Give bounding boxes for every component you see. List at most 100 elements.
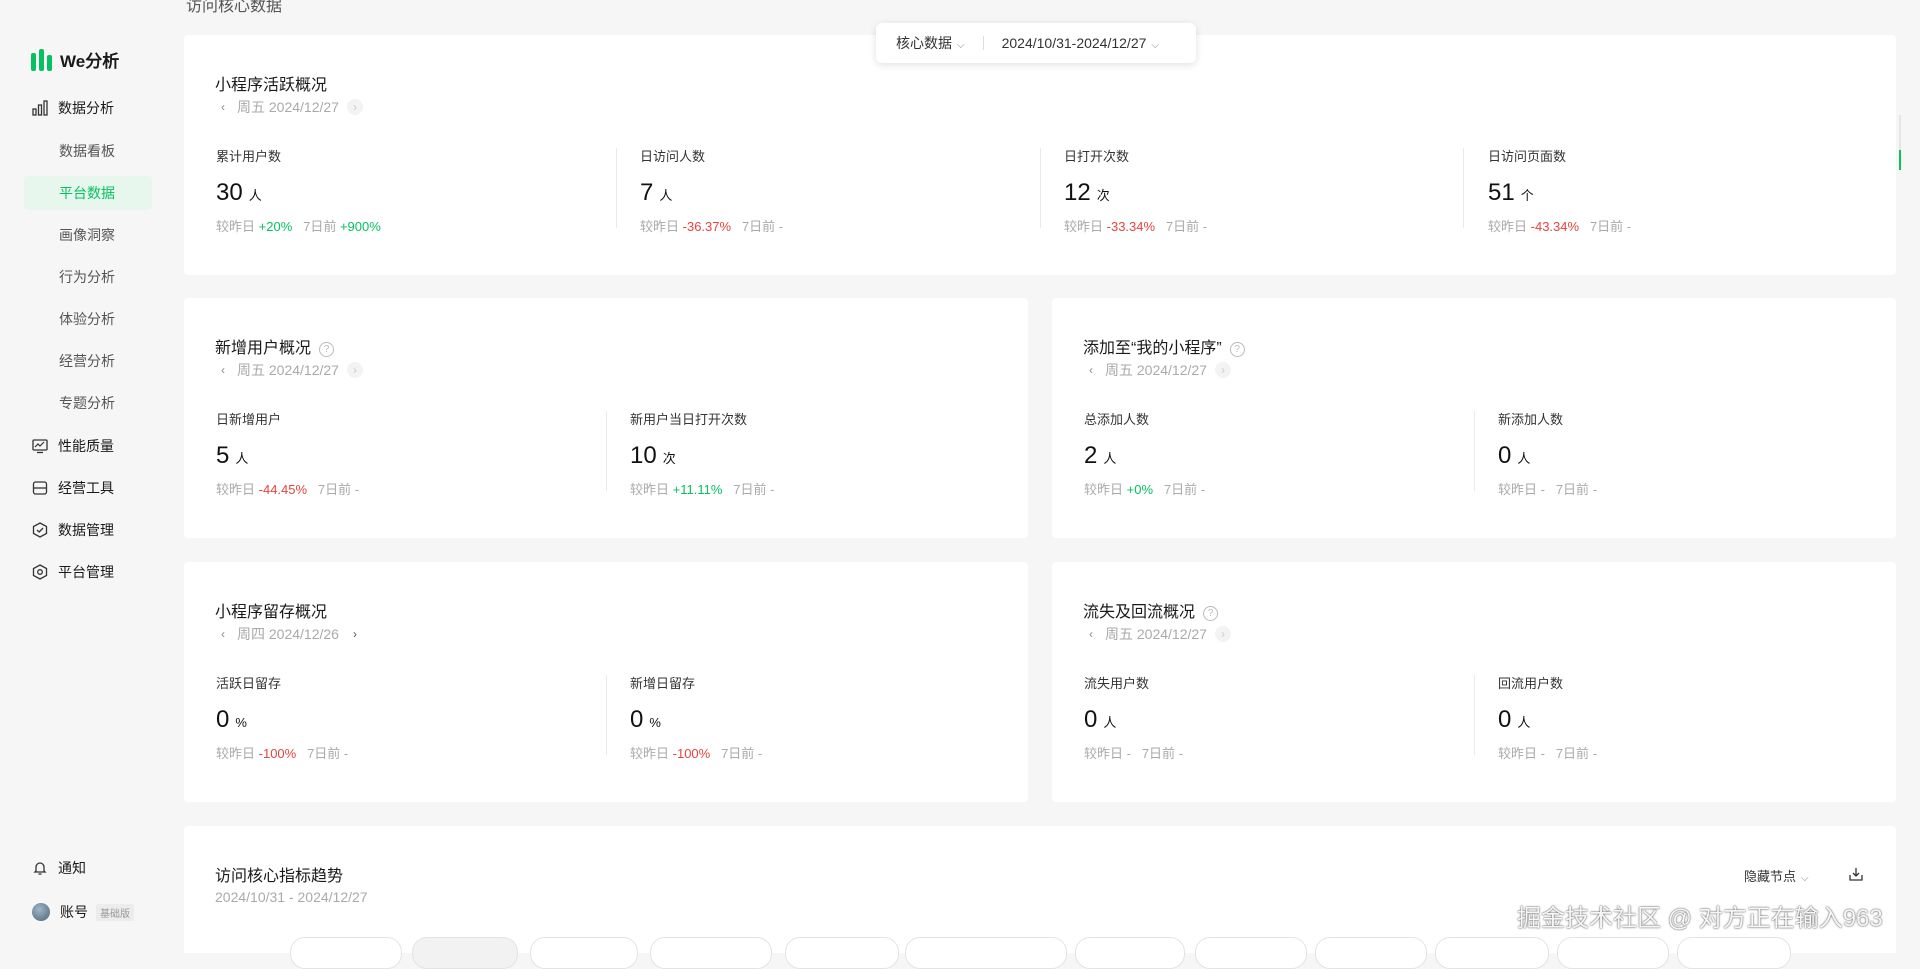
chevron-left-icon[interactable]: ‹ — [1083, 626, 1099, 642]
logo[interactable]: We分析 — [31, 47, 119, 72]
metric-filter-pill[interactable] — [905, 937, 1067, 969]
metric-filter-pill[interactable] — [412, 937, 518, 969]
we-logo-icon — [31, 48, 52, 71]
sidebar-item-business[interactable]: 经营分析 — [24, 344, 152, 378]
chevron-right-icon[interactable]: › — [346, 362, 363, 378]
nav-group-platform-management[interactable]: 平台管理 — [32, 562, 114, 582]
metric-new-retention: 新增日留存 0% 较昨日 -100% 7日前 - — [630, 673, 762, 762]
card-active-overview: 小程序活跃概况 ‹ 周五 2024/12/27 › 累计用户数 30 人 较昨日 … — [184, 35, 1896, 275]
date-range-picker[interactable]: 2024/10/31-2024/12/27 ⌵ — [1002, 35, 1159, 51]
metric-daily-visitors: 日访问人数 7人 较昨日 -36.37% 7日前 - — [640, 146, 783, 235]
cmp-week-value: - — [1592, 482, 1598, 497]
card-title-text: 新增用户概况 — [215, 340, 312, 357]
metric-total-users: 累计用户数 30 人 较昨日 +20% 7日前 +900% — [216, 146, 381, 235]
chevron-left-icon[interactable]: ‹ — [215, 362, 231, 378]
help-icon[interactable]: ? — [1229, 342, 1245, 357]
bar-chart-icon — [32, 100, 48, 116]
metric-filter-pill[interactable] — [1315, 937, 1427, 969]
cmp-day-value: +0% — [1126, 482, 1154, 497]
metric-filter-pill[interactable] — [1075, 937, 1185, 969]
metric-label: 活跃日留存 — [216, 676, 282, 691]
date-label: 周五 2024/12/27 — [237, 99, 339, 115]
sidebar-item-portrait[interactable]: 画像洞察 — [24, 218, 152, 252]
nav-notify-label: 通知 — [58, 860, 86, 876]
nav-group-performance[interactable]: 性能质量 — [32, 436, 114, 456]
metric-filter-pill[interactable] — [1195, 937, 1307, 969]
sidebar-item-topic[interactable]: 专题分析 — [24, 386, 152, 420]
cmp-day-value: +20% — [258, 219, 293, 234]
cmp-week-value: - — [770, 482, 775, 497]
card-title: 小程序留存概况 — [215, 604, 328, 621]
metric-filter-pill[interactable] — [785, 937, 899, 969]
card-title: 小程序活跃概况 — [215, 77, 328, 94]
chevron-down-icon: ⌵ — [957, 40, 965, 51]
metric-daily-pages: 日访问页面数 51 个 较昨日 -43.34% 7日前 - — [1488, 146, 1631, 235]
date-navigator: ‹ 周五 2024/12/27 › — [1083, 360, 1231, 380]
chevron-right-icon[interactable]: › — [347, 626, 363, 642]
metric-value: 7 — [640, 179, 654, 206]
metric-value: 2 — [1084, 442, 1098, 469]
divider — [1474, 675, 1475, 755]
sidebar-item-platform-data[interactable]: 平台数据 — [24, 176, 152, 210]
nav-group-data-management[interactable]: 数据管理 — [32, 520, 114, 540]
card-added-to-my-programs: 添加至“我的小程序”? ‹ 周五 2024/12/27 › 总添加人数 2人 较… — [1052, 298, 1896, 538]
nav-notify[interactable]: 通知 — [32, 858, 86, 878]
cmp-day-value: -33.34% — [1106, 219, 1156, 234]
cmp-day-value: -43.34% — [1530, 219, 1580, 234]
hide-nodes-dropdown[interactable]: 隐藏节点 ⌵ — [1744, 866, 1809, 885]
sidebar-item-dashboard[interactable]: 数据看板 — [24, 134, 152, 168]
chevron-left-icon[interactable]: ‹ — [215, 99, 231, 115]
metric-label: 日新增用户 — [216, 412, 282, 427]
chevron-down-icon: ⌵ — [1151, 40, 1159, 51]
metric-churned-users: 流失用户数 0人 较昨日 - 7日前 - — [1084, 673, 1183, 762]
card-title-text: 添加至“我的小程序” — [1083, 340, 1222, 357]
divider — [606, 411, 607, 491]
nav-group-label: 平台管理 — [58, 564, 114, 580]
metric-filter-pill[interactable] — [650, 937, 772, 969]
cmp-week-label: 7日前 — [721, 746, 755, 761]
metric-filter-pill[interactable] — [1677, 937, 1791, 969]
download-icon[interactable] — [1848, 866, 1864, 882]
nav-group-label: 经营工具 — [58, 480, 114, 496]
chevron-right-icon[interactable]: › — [1214, 626, 1231, 642]
help-icon[interactable]: ? — [1203, 606, 1219, 621]
cmp-week-label: 7日前 — [1163, 482, 1198, 497]
help-icon[interactable]: ? — [319, 342, 335, 357]
scope-dropdown[interactable]: 核心数据 ⌵ — [896, 33, 965, 53]
hexagon-gear-icon — [32, 564, 48, 580]
hexagon-check-icon — [32, 522, 48, 538]
nav-account[interactable]: 账号 基础版 — [32, 902, 134, 922]
metric-label: 累计用户数 — [216, 149, 282, 164]
cmp-week-value: - — [1178, 746, 1184, 761]
metric-unit: 次 — [662, 451, 676, 466]
nav-group-data-analysis[interactable]: 数据分析 — [32, 98, 114, 118]
chevron-left-icon[interactable]: ‹ — [215, 626, 231, 642]
metric-value: 0 — [630, 706, 644, 733]
card-title-text: 流失及回流概况 — [1083, 604, 1196, 621]
date-label: 周五 2024/12/27 — [1105, 362, 1207, 378]
metric-filter-pill[interactable] — [530, 937, 638, 969]
nav-group-tools[interactable]: 经营工具 — [32, 478, 114, 498]
divider — [606, 675, 607, 755]
section-title: 访问核心数据 — [186, 0, 283, 15]
cmp-week-label: 7日前 — [741, 219, 776, 234]
nav-account-label: 账号 — [60, 904, 88, 920]
cmp-week-label: 7日前 — [1589, 219, 1624, 234]
cmp-week-value: - — [343, 746, 349, 761]
cmp-day-value: - — [1540, 482, 1545, 497]
date-range-label: 2024/10/31-2024/12/27 — [1001, 35, 1147, 51]
sidebar-item-behavior[interactable]: 行为分析 — [24, 260, 152, 294]
scrollbar-thumb[interactable] — [1899, 150, 1901, 170]
metric-filter-pill[interactable] — [290, 937, 402, 969]
metric-filter-pill[interactable] — [1557, 937, 1669, 969]
monitor-icon — [32, 439, 48, 454]
metric-active-retention: 活跃日留存 0% 较昨日 -100% 7日前 - — [216, 673, 348, 762]
chevron-right-icon[interactable]: › — [1214, 362, 1231, 378]
sidebar-item-experience[interactable]: 体验分析 — [24, 302, 152, 336]
metric-filter-pill[interactable] — [1435, 937, 1549, 969]
cmp-day-label: 较昨日 — [1064, 219, 1104, 234]
scrollbar-track[interactable] — [1899, 115, 1901, 150]
chevron-left-icon[interactable]: ‹ — [1083, 362, 1099, 378]
cmp-day-value: - — [1126, 746, 1131, 761]
chevron-right-icon[interactable]: › — [346, 99, 363, 115]
